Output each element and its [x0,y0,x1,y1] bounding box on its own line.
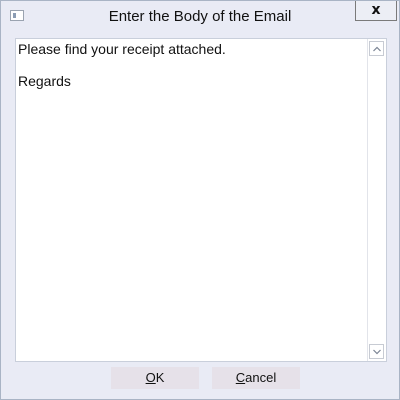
cancel-label-rest: ancel [245,370,277,385]
chevron-down-icon [373,349,381,355]
chevron-up-icon [373,46,381,52]
ok-label-rest: K [155,370,165,385]
title-bar: Enter the Body of the Email x [1,1,399,31]
scroll-down-button[interactable] [369,344,384,359]
email-body-textarea[interactable]: Please find your receipt attached. Regar… [15,38,387,362]
email-body-text[interactable]: Please find your receipt attached. Regar… [18,41,368,105]
close-button[interactable]: x [355,1,397,21]
body-line: Regards [18,73,71,89]
body-line: Please find your receipt attached. [18,41,226,57]
scroll-up-button[interactable] [369,41,384,56]
dialog-title: Enter the Body of the Email [108,8,292,25]
ok-mnemonic: O [145,370,156,385]
vertical-scrollbar[interactable] [367,39,386,361]
cancel-mnemonic: C [235,370,246,385]
dialog-footer: OK Cancel [1,363,399,399]
email-body-dialog: Enter the Body of the Email x Please fin… [0,0,400,400]
cancel-button[interactable]: Cancel [212,367,300,389]
ok-button[interactable]: OK [111,367,199,389]
